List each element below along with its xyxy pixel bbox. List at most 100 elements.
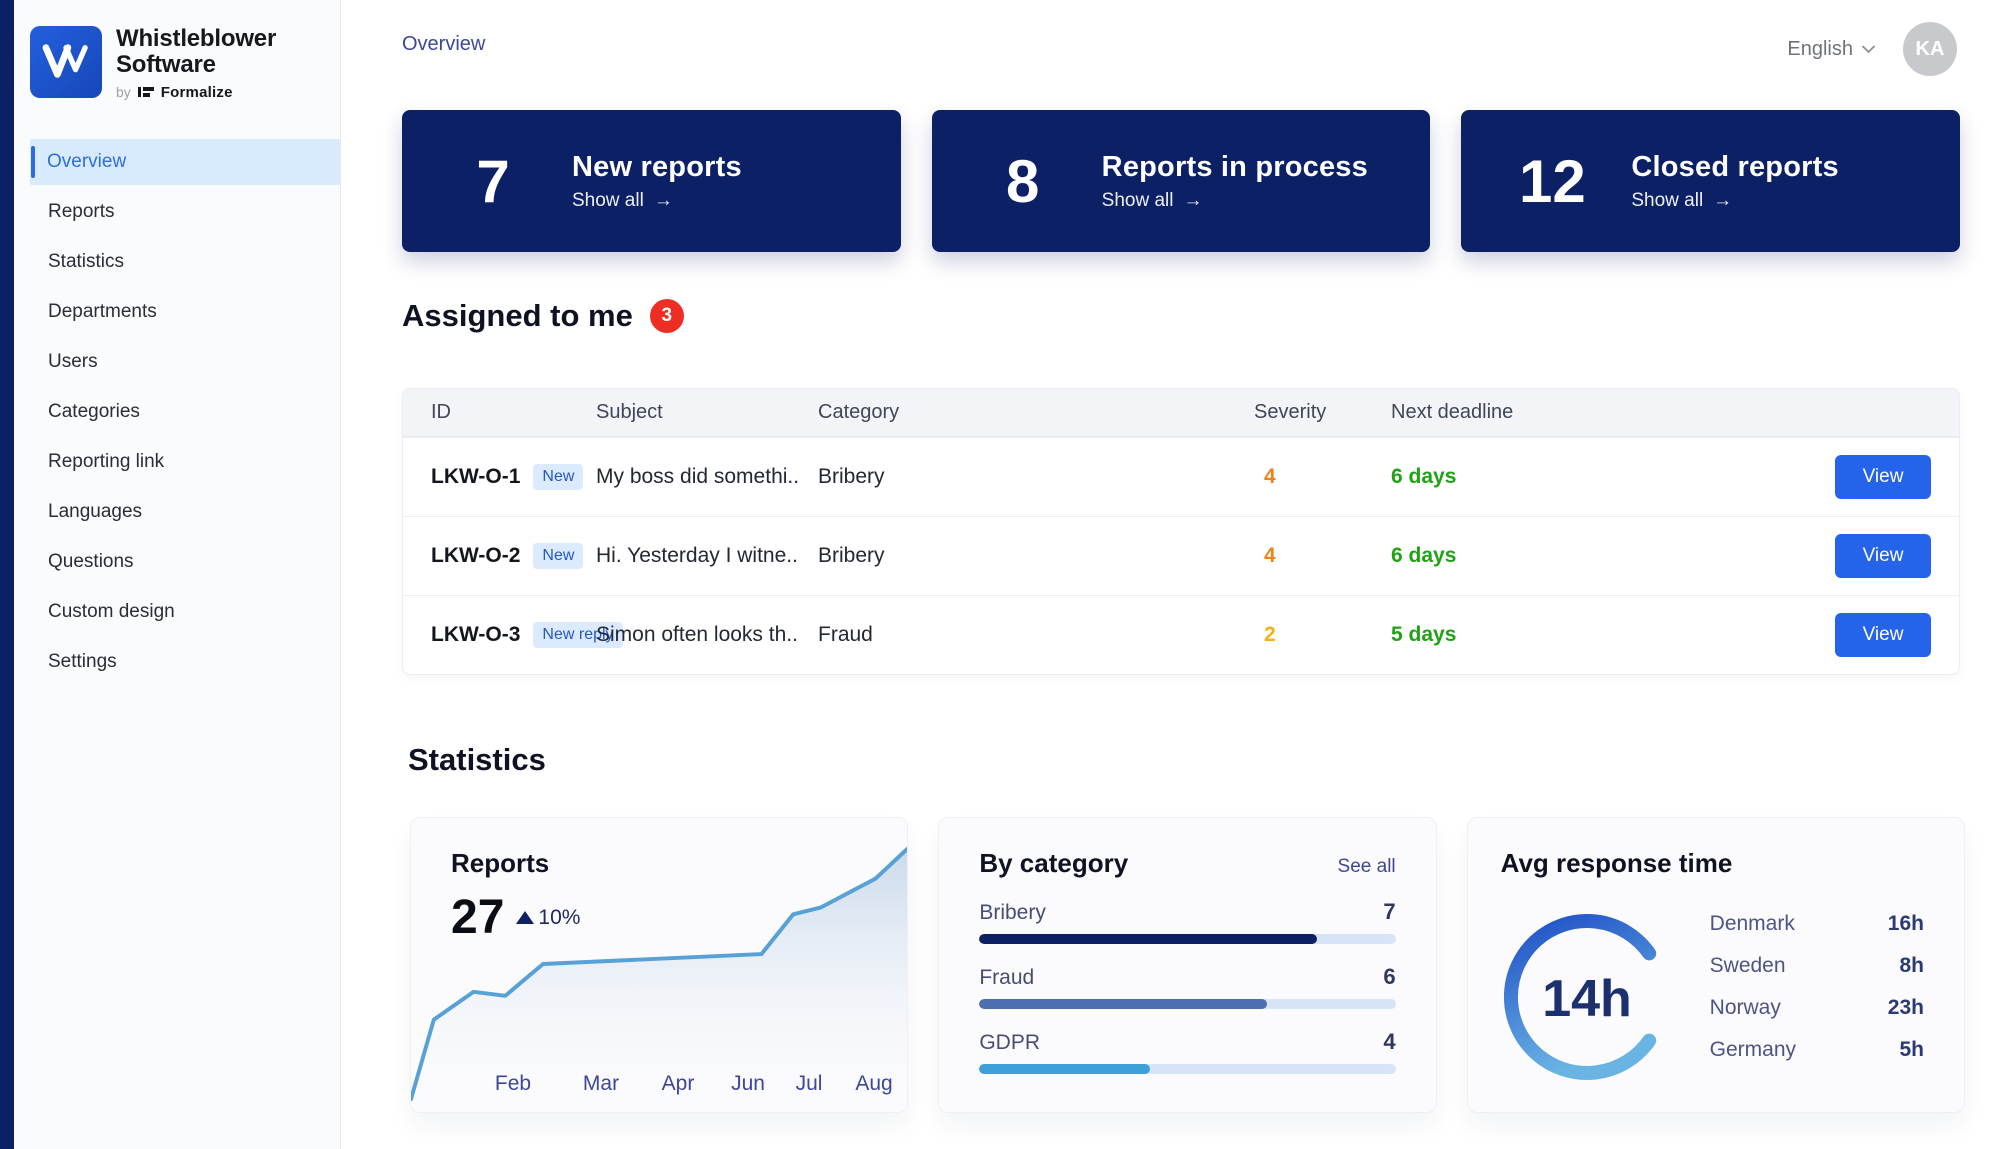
report-severity: 4: [1254, 544, 1391, 568]
w-logo-glyph: [41, 40, 91, 84]
category-bars: Bribery 7 Fraud 6 GDPR 4: [939, 879, 1435, 1074]
month-label: Jul: [796, 1072, 823, 1096]
country-value: 23h: [1888, 996, 1924, 1020]
report-deadline: 6 days: [1391, 465, 1691, 489]
country-name: Norway: [1710, 996, 1781, 1020]
sidebar-item-custom-design[interactable]: Custom design: [14, 589, 340, 635]
status-badge: New: [533, 543, 583, 569]
report-subject: Simon often looks th..: [596, 623, 818, 647]
view-button[interactable]: View: [1835, 455, 1931, 499]
arrow-right-icon: →: [1184, 190, 1203, 212]
show-all-new-reports[interactable]: Show all →: [572, 190, 742, 212]
category-value: 7: [1383, 899, 1395, 925]
new-reports-count: 7: [454, 147, 532, 216]
language-selector[interactable]: English: [1787, 38, 1875, 61]
report-subject: My boss did somethi..: [596, 465, 818, 489]
view-button[interactable]: View: [1835, 534, 1931, 578]
closed-count: 12: [1513, 147, 1591, 216]
col-header-category: Category: [818, 401, 1254, 424]
table-header-row: ID Subject Category Severity Next deadli…: [403, 389, 1959, 437]
statistics-cards: Reports 27 10% Feb Mar Apr Jun Jul Aug B…: [410, 817, 1965, 1113]
sidebar-item-departments[interactable]: Departments: [14, 289, 340, 335]
report-deadline: 5 days: [1391, 623, 1691, 647]
category-item: GDPR 4: [979, 1029, 1395, 1074]
assigned-count-badge: 3: [650, 299, 684, 333]
assigned-section-header: Assigned to me 3: [402, 298, 684, 334]
gauge-center-value: 14h: [1542, 970, 1632, 1028]
sidebar-item-overview[interactable]: Overview: [30, 139, 340, 185]
report-deadline: 6 days: [1391, 544, 1691, 568]
country-name: Denmark: [1710, 912, 1795, 936]
country-name: Sweden: [1710, 954, 1786, 978]
left-accent-strip: [0, 0, 14, 1149]
country-row: Norway 23h: [1710, 996, 1924, 1020]
brand-logo-icon: [30, 26, 102, 98]
report-severity: 2: [1254, 623, 1391, 647]
report-category: Bribery: [818, 465, 1254, 489]
sidebar-item-statistics[interactable]: Statistics: [14, 239, 340, 285]
breadcrumb[interactable]: Overview: [402, 33, 485, 56]
col-header-subject: Subject: [596, 401, 818, 424]
report-subject: Hi. Yesterday I witne..: [596, 544, 818, 568]
in-process-count: 8: [984, 147, 1062, 216]
avg-response-title: Avg response time: [1501, 848, 1733, 879]
category-bar-fill: [979, 999, 1266, 1009]
month-label: Aug: [855, 1072, 892, 1096]
closed-label: Closed reports: [1631, 151, 1838, 184]
new-reports-label: New reports: [572, 151, 742, 184]
chevron-down-icon: [1862, 45, 1875, 54]
arrow-right-icon: →: [654, 190, 673, 212]
report-category: Bribery: [818, 544, 1254, 568]
view-button[interactable]: View: [1835, 613, 1931, 657]
country-value: 16h: [1888, 912, 1924, 936]
sidebar-item-reports[interactable]: Reports: [14, 189, 340, 235]
by-category-title: By category: [979, 848, 1128, 879]
brand-byline: by Formalize: [116, 84, 276, 101]
brand: WhistleblowerSoftware by Formalize: [14, 0, 340, 111]
sidebar-item-languages[interactable]: Languages: [14, 489, 340, 535]
country-row: Denmark 16h: [1710, 912, 1924, 936]
card-closed-reports[interactable]: 12 Closed reports Show all →: [1461, 110, 1960, 252]
assigned-title: Assigned to me: [402, 298, 633, 334]
country-value: 5h: [1899, 1038, 1924, 1062]
country-response-list: Denmark 16h Sweden 8h Norway 23h Germany…: [1710, 912, 1924, 1062]
month-label: Jun: [731, 1072, 765, 1096]
category-bar-track: [979, 999, 1395, 1009]
sidebar-item-questions[interactable]: Questions: [14, 539, 340, 585]
see-all-link[interactable]: See all: [1338, 856, 1396, 878]
card-new-reports[interactable]: 7 New reports Show all →: [402, 110, 901, 252]
country-value: 8h: [1899, 954, 1924, 978]
trend-up-icon: [516, 911, 534, 924]
table-row: LKW-O-3 New reply Simon often looks th..…: [403, 595, 1959, 674]
sidebar-item-categories[interactable]: Categories: [14, 389, 340, 435]
report-id: LKW-O-1: [431, 465, 520, 489]
reports-delta: 10%: [516, 906, 580, 930]
category-bar-track: [979, 1064, 1395, 1074]
col-header-id: ID: [431, 401, 596, 424]
category-bar-track: [979, 934, 1395, 944]
sidebar-item-reporting-link[interactable]: Reporting link: [14, 439, 340, 485]
language-label: English: [1787, 38, 1853, 61]
show-all-closed[interactable]: Show all →: [1631, 190, 1838, 212]
topbar-right: English KA: [1787, 22, 1957, 76]
sidebar-item-settings[interactable]: Settings: [14, 639, 340, 685]
report-category: Fraud: [818, 623, 1254, 647]
avatar[interactable]: KA: [1903, 22, 1957, 76]
month-label: Apr: [662, 1072, 695, 1096]
category-label: Fraud: [979, 966, 1034, 990]
in-process-label: Reports in process: [1102, 151, 1368, 184]
category-item: Fraud 6: [979, 964, 1395, 1009]
chart-month-axis: Feb Mar Apr Jun Jul Aug: [411, 1072, 907, 1096]
sidebar-nav: Overview Reports Statistics Departments …: [14, 139, 340, 685]
summary-cards: 7 New reports Show all → 8 Reports in pr…: [402, 110, 1960, 252]
statistics-title: Statistics: [408, 742, 546, 778]
sidebar-item-users[interactable]: Users: [14, 339, 340, 385]
show-all-in-process[interactable]: Show all →: [1102, 190, 1368, 212]
formalize-icon: [138, 85, 154, 99]
card-reports-in-process[interactable]: 8 Reports in process Show all →: [932, 110, 1431, 252]
col-header-severity: Severity: [1254, 401, 1391, 424]
category-value: 6: [1383, 964, 1395, 990]
table-row: LKW-O-1 New My boss did somethi.. Briber…: [403, 437, 1959, 516]
reports-total: 27: [451, 890, 504, 945]
main-content: Overview English KA 7 New reports Show a…: [341, 0, 2000, 1149]
